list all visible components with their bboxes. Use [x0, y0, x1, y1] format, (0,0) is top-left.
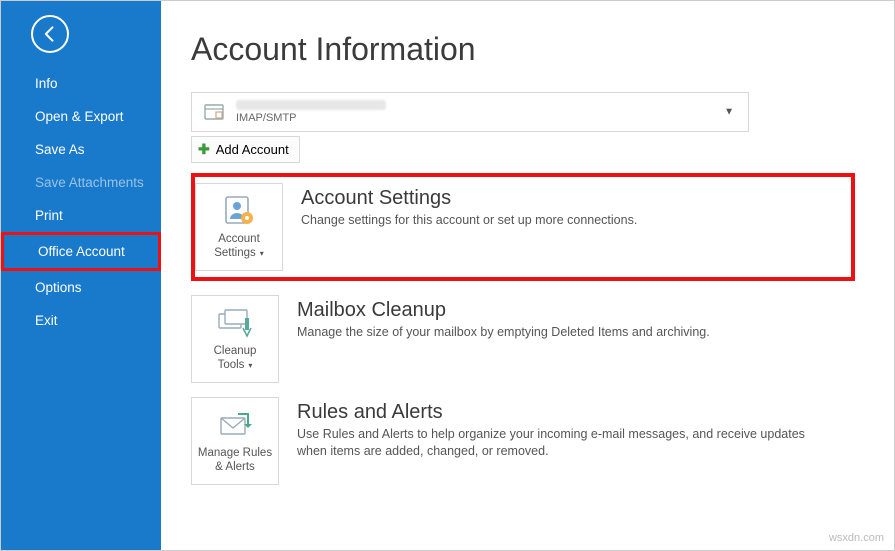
mailbox-icon [200, 98, 228, 126]
manage-rules-alerts-tile[interactable]: Manage Rules & Alerts [191, 397, 279, 485]
annotation-highlight-account-settings: Account Settings▾ Account Settings Chang… [191, 173, 855, 281]
arrow-left-icon [40, 24, 60, 44]
add-account-label: Add Account [216, 142, 289, 157]
sidebar-item-office-account[interactable]: Office Account [4, 235, 158, 268]
sidebar-item-options[interactable]: Options [1, 271, 161, 304]
cleanup-tools-tile[interactable]: Cleanup Tools▾ [191, 295, 279, 383]
account-settings-icon [222, 193, 256, 229]
account-selector-dropdown[interactable]: IMAP/SMTP ▼ [191, 92, 749, 132]
mailbox-cleanup-section: Cleanup Tools▾ Mailbox Cleanup Manage th… [191, 295, 851, 383]
mailbox-cleanup-desc: Manage the size of your mailbox by empty… [297, 324, 710, 341]
sidebar-item-info[interactable]: Info [1, 67, 161, 100]
annotation-highlight-office-account: Office Account [1, 232, 161, 271]
sidebar-item-save-attachments: Save Attachments [1, 166, 161, 199]
plus-icon: ✚ [198, 141, 210, 158]
main-content: Account Information IMAP/SMTP ▼ ✚ Add Ac… [161, 1, 894, 550]
rules-alerts-icon [218, 407, 252, 443]
account-settings-desc: Change settings for this account or set … [301, 212, 637, 229]
page-title: Account Information [191, 31, 894, 68]
sidebar-item-save-as[interactable]: Save As [1, 133, 161, 166]
sidebar-item-print[interactable]: Print [1, 199, 161, 232]
account-protocol: IMAP/SMTP [236, 112, 386, 124]
mailbox-cleanup-title: Mailbox Cleanup [297, 299, 710, 322]
chevron-down-icon: ▾ [248, 361, 252, 371]
sidebar-item-open-export[interactable]: Open & Export [1, 100, 161, 133]
backstage-sidebar: Info Open & Export Save As Save Attachme… [1, 1, 161, 550]
cleanup-tools-icon [217, 305, 253, 341]
rules-alerts-section: Manage Rules & Alerts Rules and Alerts U… [191, 397, 851, 485]
watermark: wsxdn.com [829, 532, 884, 544]
account-email-redacted [236, 100, 386, 110]
chevron-down-icon: ▾ [260, 249, 264, 259]
account-settings-title: Account Settings [301, 187, 637, 210]
rules-alerts-desc: Use Rules and Alerts to help organize yo… [297, 426, 817, 460]
account-settings-tile[interactable]: Account Settings▾ [195, 183, 283, 271]
sidebar-item-exit[interactable]: Exit [1, 304, 161, 337]
back-button[interactable] [31, 15, 69, 53]
caret-down-icon: ▼ [724, 107, 734, 118]
rules-alerts-title: Rules and Alerts [297, 401, 817, 424]
add-account-button[interactable]: ✚ Add Account [191, 136, 300, 163]
